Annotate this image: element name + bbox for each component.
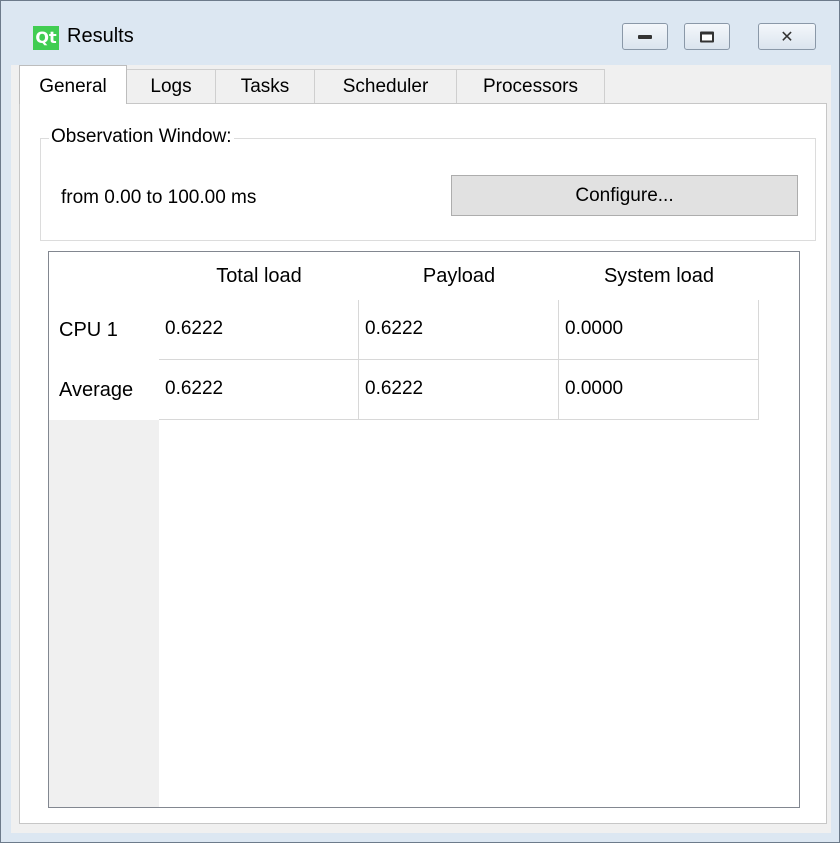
minimize-button[interactable] [622, 23, 668, 50]
table-cell[interactable]: 0.6222 [159, 360, 359, 420]
minimize-icon [638, 34, 652, 39]
observation-window-group: Observation Window: from 0.00 to 100.00 … [40, 126, 816, 241]
tab-scheduler[interactable]: Scheduler [314, 69, 457, 103]
tab-general[interactable]: General [19, 65, 127, 104]
row-header-average[interactable]: Average [49, 360, 159, 420]
tab-tasks[interactable]: Tasks [215, 69, 315, 103]
observation-window-title: Observation Window: [49, 126, 234, 148]
configure-button[interactable]: Configure... [451, 175, 798, 216]
row-header-cpu1[interactable]: CPU 1 [49, 300, 159, 360]
client-area: General Logs Tasks Scheduler Processors … [11, 65, 831, 833]
close-icon: ✕ [780, 26, 794, 46]
column-header-total-load[interactable]: Total load [159, 252, 359, 300]
table-cell[interactable]: 0.6222 [159, 300, 359, 360]
table-cell[interactable]: 0.0000 [559, 360, 759, 420]
tab-processors[interactable]: Processors [456, 69, 605, 103]
observation-range-label: from 0.00 to 100.00 ms [61, 187, 257, 208]
column-header-system-load[interactable]: System load [559, 252, 759, 300]
window-title: Results [67, 25, 134, 47]
table-cell[interactable]: 0.6222 [359, 360, 559, 420]
qt-logo-icon: Qt [33, 26, 59, 50]
close-button[interactable]: ✕ [758, 23, 816, 50]
column-header-payload[interactable]: Payload [359, 252, 559, 300]
maximize-button[interactable] [684, 23, 730, 50]
table-cell[interactable]: 0.0000 [559, 300, 759, 360]
maximize-icon [700, 31, 714, 42]
results-window: Qt Results ✕ General Logs Tasks Schedule… [0, 0, 840, 843]
table-corner [49, 252, 159, 300]
title-bar[interactable]: Qt Results ✕ [1, 1, 839, 50]
table-cell[interactable]: 0.6222 [359, 300, 559, 360]
tab-logs[interactable]: Logs [126, 69, 216, 103]
results-table[interactable]: Total load Payload System load CPU 1 Ave… [48, 251, 800, 808]
general-tab-panel: Observation Window: from 0.00 to 100.00 … [19, 103, 827, 824]
